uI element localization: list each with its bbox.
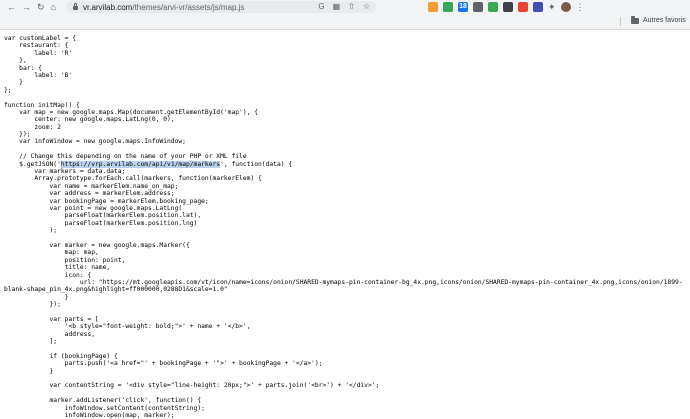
code-line: function initMap() { bbox=[4, 101, 80, 109]
code-line: bar: { bbox=[4, 64, 42, 72]
code-line: center: new google.maps.LatLng(0, 0), bbox=[4, 116, 175, 124]
translate-icon[interactable]: ▦ bbox=[333, 2, 341, 12]
code-line: parts.push('<a href="' + bookingPage + '… bbox=[4, 360, 323, 368]
extension-icon[interactable] bbox=[488, 2, 498, 12]
code-line: var parts = [ bbox=[4, 315, 99, 323]
source-code-view: var customLabel = { restaurant: { label:… bbox=[4, 35, 683, 419]
code-line: map: map, bbox=[4, 249, 99, 257]
code-line: ); bbox=[4, 227, 58, 235]
code-line: } bbox=[4, 367, 54, 375]
back-arrow-icon[interactable]: ← bbox=[7, 2, 16, 12]
code-line: restaurant: { bbox=[4, 42, 69, 50]
code-line: parseFloat(markerElem.position.lng) bbox=[4, 219, 198, 227]
other-bookmarks-label: Autres favoris bbox=[643, 17, 686, 24]
code-line: title: name, bbox=[4, 264, 111, 272]
code-line: var contentString = '<div style="line-he… bbox=[4, 382, 380, 390]
address-bar[interactable]: vr.arvilab.com/themes/arvi-vr/assets/js/… bbox=[66, 1, 376, 13]
bookmarks-bar: Autres favoris bbox=[0, 14, 690, 30]
navigation-buttons: ← → ↻ ⌂ bbox=[7, 2, 56, 12]
code-line: }; bbox=[4, 86, 12, 94]
extension-icon[interactable] bbox=[443, 2, 453, 12]
code-line: infoWindow.setContent(contentString); bbox=[4, 404, 205, 412]
code-line: icon: { bbox=[4, 271, 92, 279]
code-line: infoWindow.open(map, marker); bbox=[4, 411, 175, 419]
code-line: }); bbox=[4, 301, 61, 309]
code-line: url: "https://mt.googleapis.com/vt/icon/… bbox=[4, 278, 683, 286]
extension-icon[interactable] bbox=[473, 2, 483, 12]
star-icon[interactable]: ☆ bbox=[363, 2, 370, 12]
extension-icon[interactable] bbox=[428, 2, 438, 12]
code-line: label: 'R' bbox=[4, 49, 73, 57]
extension-icon[interactable] bbox=[533, 2, 543, 12]
forward-arrow-icon[interactable]: → bbox=[22, 2, 31, 12]
code-line: var infoWindow = new google.maps.InfoWin… bbox=[4, 138, 186, 146]
code-line: }); bbox=[4, 131, 31, 139]
extensions-puzzle-icon[interactable]: ✦ bbox=[548, 2, 556, 12]
code-line: $.getJSON('https://vrp.arvilab.com/api/v… bbox=[4, 160, 293, 168]
lock-icon[interactable] bbox=[73, 3, 78, 10]
code-line: parseFloat(markerElem.position.lat), bbox=[4, 212, 202, 220]
selected-url-text[interactable]: https://vrp.arvilab.com/api/v1/map/marke… bbox=[60, 160, 221, 168]
code-line: var markers = data.data; bbox=[4, 168, 126, 176]
code-line: address, bbox=[4, 330, 95, 338]
code-line: var point = new google.maps.LatLng( bbox=[4, 204, 183, 212]
code-line: Array.prototype.forEach.call(markers, fu… bbox=[4, 175, 262, 183]
code-line: // Change this depending on the name of … bbox=[4, 153, 247, 161]
code-line: '<b style="font-weight: bold;">' + name … bbox=[4, 323, 251, 331]
browser-toolbar: ← → ↻ ⌂ vr.arvilab.com/themes/arvi-vr/as… bbox=[0, 0, 690, 14]
extensions-area: 18 ✦ ⋮ bbox=[428, 2, 585, 12]
code-line: }, bbox=[4, 57, 27, 65]
folder-icon bbox=[631, 16, 639, 24]
code-line: label: 'B' bbox=[4, 71, 73, 79]
code-line: var bookingPage = markerElem.booking_pag… bbox=[4, 197, 209, 205]
code-line: if (bookingPage) { bbox=[4, 352, 118, 360]
code-line: ]; bbox=[4, 338, 58, 346]
browser-menu-icon[interactable]: ⋮ bbox=[576, 2, 585, 12]
extension-badge-icon[interactable]: 18 bbox=[458, 2, 468, 12]
google-icon[interactable]: G bbox=[318, 2, 324, 12]
reload-icon[interactable]: ↻ bbox=[37, 2, 45, 12]
code-line: } bbox=[4, 79, 23, 87]
bookmarks-divider bbox=[620, 17, 621, 26]
extension-icon[interactable] bbox=[503, 2, 513, 12]
code-line: } bbox=[4, 293, 69, 301]
code-line: marker.addListener('click', function() { bbox=[4, 397, 202, 405]
share-icon[interactable]: ⇧ bbox=[348, 2, 355, 12]
code-line: var address = markerElem.address; bbox=[4, 190, 175, 198]
home-icon[interactable]: ⌂ bbox=[51, 2, 56, 12]
code-line: var marker = new google.maps.Marker({ bbox=[4, 241, 190, 249]
code-line: var customLabel = { bbox=[4, 35, 77, 42]
code-line: var map = new google.maps.Map(document.g… bbox=[4, 108, 259, 116]
code-line: blank-shape_pin_4x.png&highlight=ff00000… bbox=[4, 286, 228, 294]
profile-avatar[interactable] bbox=[560, 2, 571, 12]
other-bookmarks-folder[interactable]: Autres favoris bbox=[631, 16, 686, 24]
omnibox-actions: G ▦ ⇧ ☆ bbox=[318, 2, 370, 12]
code-line: position: point, bbox=[4, 256, 126, 264]
url-text[interactable]: vr.arvilab.com/themes/arvi-vr/assets/js/… bbox=[83, 3, 244, 12]
extension-icon[interactable] bbox=[518, 2, 528, 12]
url-path: /themes/arvi-vr/assets/js/map.js bbox=[132, 2, 245, 12]
code-line: zoom: 2 bbox=[4, 123, 61, 131]
url-host: vr.arvilab.com bbox=[83, 2, 133, 12]
code-line: var name = markerElem.name_on_map; bbox=[4, 182, 179, 190]
